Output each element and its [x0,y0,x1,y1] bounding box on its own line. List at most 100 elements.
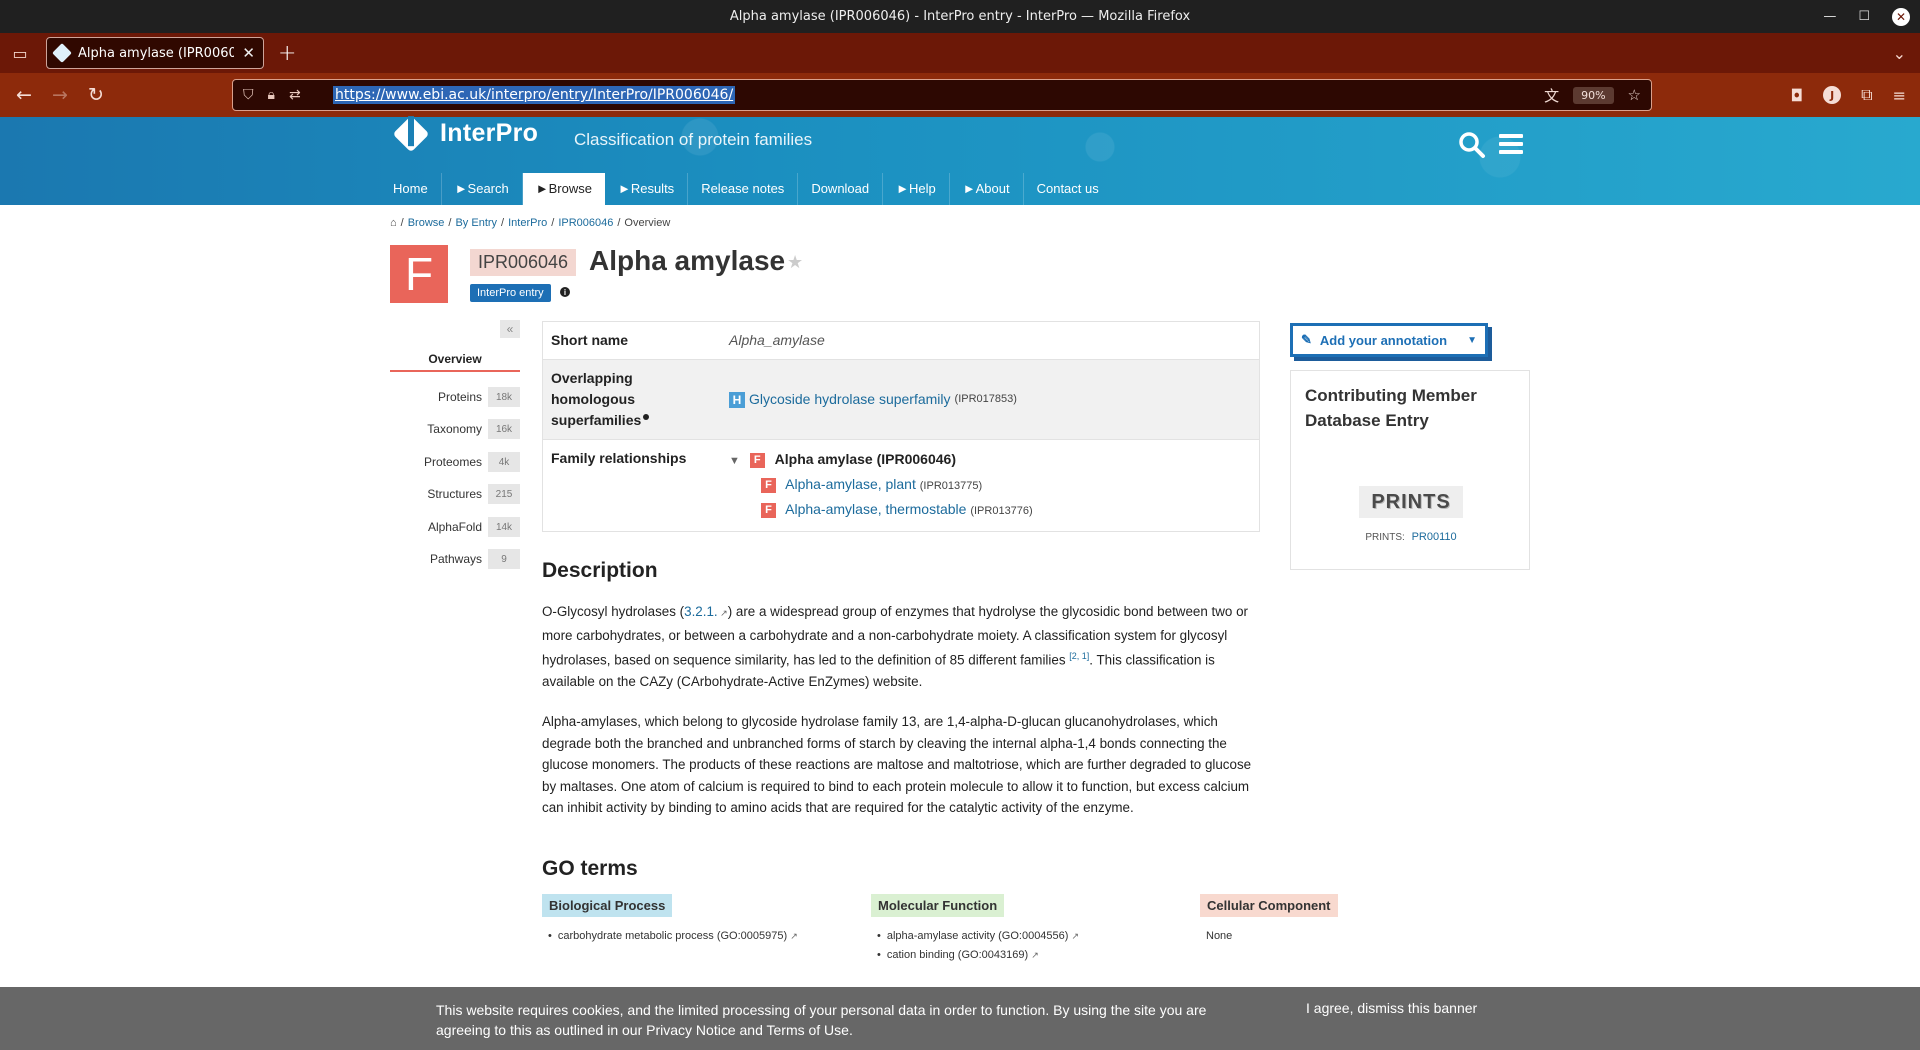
app-menu-icon[interactable]: ≡ [1893,86,1906,105]
list-all-tabs-icon[interactable]: ⌄ [1893,44,1906,63]
sidemenu-item-count: 14k [488,517,520,537]
url-text[interactable]: https://www.ebi.ac.uk/interpro/entry/Int… [333,86,736,104]
family-icon: F [761,502,776,518]
bookmark-star-icon[interactable]: ☆ [1628,86,1641,104]
close-tab-icon[interactable]: ✕ [242,44,255,62]
url-bar[interactable]: ⛉ 🔒︎ ⇄ https://www.ebi.ac.uk/interpro/en… [232,79,1652,111]
sidemenu-item-count: 215 [488,484,520,504]
url-bar-actions: 文 90% ☆ [1544,85,1641,106]
nav-search[interactable]: ►Search [442,173,523,205]
entry-accession: IPR006046 [470,249,577,276]
account-avatar[interactable]: J [1823,86,1842,104]
search-icon[interactable] [1458,131,1486,159]
home-icon[interactable]: ⌂ [390,217,397,229]
sidemenu-item-taxonomy[interactable]: Taxonomy 16k [390,419,520,439]
sidemenu-item-alphafold[interactable]: AlphaFold 14k [390,517,520,537]
tracking-shield-icon[interactable]: ⛉ [243,87,254,103]
member-database-title: Contributing Member Database Entry [1305,386,1477,430]
superfamily-link[interactable]: Glycoside hydrolase superfamily [749,389,951,410]
nav-toolbar: ← → ↻ ⛉ 🔒︎ ⇄ https://www.ebi.ac.uk/inter… [0,73,1920,117]
dismiss-cookie-button[interactable]: I agree, dismiss this banner [1306,1000,1477,1016]
sidemenu-item-structures[interactable]: Structures 215 [390,484,520,504]
go-term-none: None [1206,930,1233,942]
interpro-logo[interactable]: InterPro [392,115,538,152]
info-icon[interactable] [643,414,650,420]
new-tab-icon[interactable]: + [278,41,296,66]
family-icon: F [761,477,776,493]
breadcrumb-interpro[interactable]: InterPro [508,217,547,229]
breadcrumb-accession[interactable]: IPR006046 [558,217,613,229]
site-tagline: Classification of protein families [574,130,813,149]
go-term: • cation binding (GO:0043169) ↗ [877,949,1039,961]
info-icon[interactable]: i [560,287,570,297]
sidemenu-item-pathways[interactable]: Pathways 9 [390,549,520,569]
prints-logo[interactable]: PRINTS [1359,486,1463,518]
collapse-menu-icon[interactable]: « [500,320,520,338]
sidemenu-item-proteomes[interactable]: Proteomes 4k [390,452,520,472]
nav-about[interactable]: ►About [950,173,1024,205]
sidemenu-item-count: 9 [488,549,520,569]
nav-home[interactable]: Home [380,173,442,205]
member-database-panel: Contributing Member Database Entry PRINT… [1290,370,1530,570]
external-link-icon[interactable]: ↗ [1031,950,1039,960]
overview-table: Short name Alpha_amylase Overlapping hom… [542,321,1260,532]
favourite-star-icon[interactable]: ★ [787,252,803,273]
relationship-child-link[interactable]: Alpha-amylase, plant [785,476,916,492]
member-db-link[interactable]: PR00110 [1412,531,1457,543]
hamburger-menu-icon[interactable] [1499,134,1523,154]
translate-icon[interactable]: 文 [1544,85,1559,106]
cookie-banner: This website requires cookies, and the l… [0,987,1920,1050]
overlapping-label-text: Overlapping homologous superfamilies [551,370,642,428]
entry-type-badge: F [390,245,448,303]
minimize-icon[interactable]: — [1823,9,1836,24]
external-link-icon: ↗ [717,608,728,618]
zoom-level[interactable]: 90% [1573,86,1614,104]
forward-arrow-icon[interactable]: → [42,84,78,106]
go-term-label[interactable]: alpha-amylase activity (GO:0004556) [887,930,1069,942]
sidemenu-item-label: Proteomes [423,455,482,469]
nav-download[interactable]: Download [798,173,884,205]
sidemenu-item-label: Proteins [437,390,482,404]
pocket-icon[interactable]: ◘ [1791,86,1804,105]
firefox-view-icon[interactable]: ▭ [0,33,40,73]
external-link-icon[interactable]: ↗ [790,931,798,941]
relationship-child-link[interactable]: Alpha-amylase, thermostable [785,501,966,517]
expand-triangle-icon[interactable]: ▼ [729,455,740,467]
add-annotation-button[interactable]: ✎ Add your annotation ▼ [1290,323,1488,357]
entry-type-tag: InterPro entry [470,284,551,302]
citation-link[interactable]: [2, 1] [1069,651,1089,661]
close-window-icon[interactable]: ✕ [1892,7,1910,26]
tab-title: Alpha amylase (IPR006046) [78,45,235,61]
external-link-icon[interactable]: ↗ [1072,931,1080,941]
sidemenu-item-proteins[interactable]: Proteins 18k [390,387,520,407]
maximize-icon[interactable]: ☐ [1858,9,1870,24]
nav-results[interactable]: ►Results [605,173,689,205]
cookie-text: This website requires cookies, and the l… [436,1002,1207,1038]
extensions-icon[interactable]: ⧉ [1861,85,1872,105]
nav-browse[interactable]: ►Browse [522,173,605,205]
nav-help[interactable]: ►Help [883,173,950,205]
relationship-child: F Alpha-amylase, plant (IPR013775) [729,473,1251,498]
nav-release-notes[interactable]: Release notes [688,173,799,205]
nav-contact[interactable]: Contact us [1024,173,1112,205]
back-arrow-icon[interactable]: ← [6,84,42,106]
description-heading: Description [542,559,658,582]
member-db-label: PRINTS: [1365,532,1405,543]
breadcrumb-browse[interactable]: Browse [408,217,445,229]
short-name-label: Short name [551,332,629,348]
chevron-down-icon[interactable]: ▼ [1467,335,1477,346]
go-term-label[interactable]: cation binding (GO:0043169) [887,949,1028,961]
ec-link[interactable]: 3.2.1. [684,604,718,619]
breadcrumb-by-entry[interactable]: By Entry [455,217,497,229]
sidemenu-item-label: Structures [427,487,482,501]
go-term-label[interactable]: carbohydrate metabolic process (GO:00059… [558,930,787,942]
active-tab[interactable]: Alpha amylase (IPR006046) ✕ [46,37,264,69]
sidemenu-overview[interactable]: Overview [390,352,520,372]
family-icon: F [749,452,765,468]
lock-icon[interactable]: 🔒︎ [268,87,275,103]
reload-icon[interactable]: ↻ [78,84,114,106]
sidemenu-item-label: Pathways [429,552,482,566]
interpro-favicon-icon [52,43,72,63]
permissions-icon[interactable]: ⇄ [289,87,301,103]
url-bar-icons: ⛉ 🔒︎ ⇄ [243,87,333,103]
